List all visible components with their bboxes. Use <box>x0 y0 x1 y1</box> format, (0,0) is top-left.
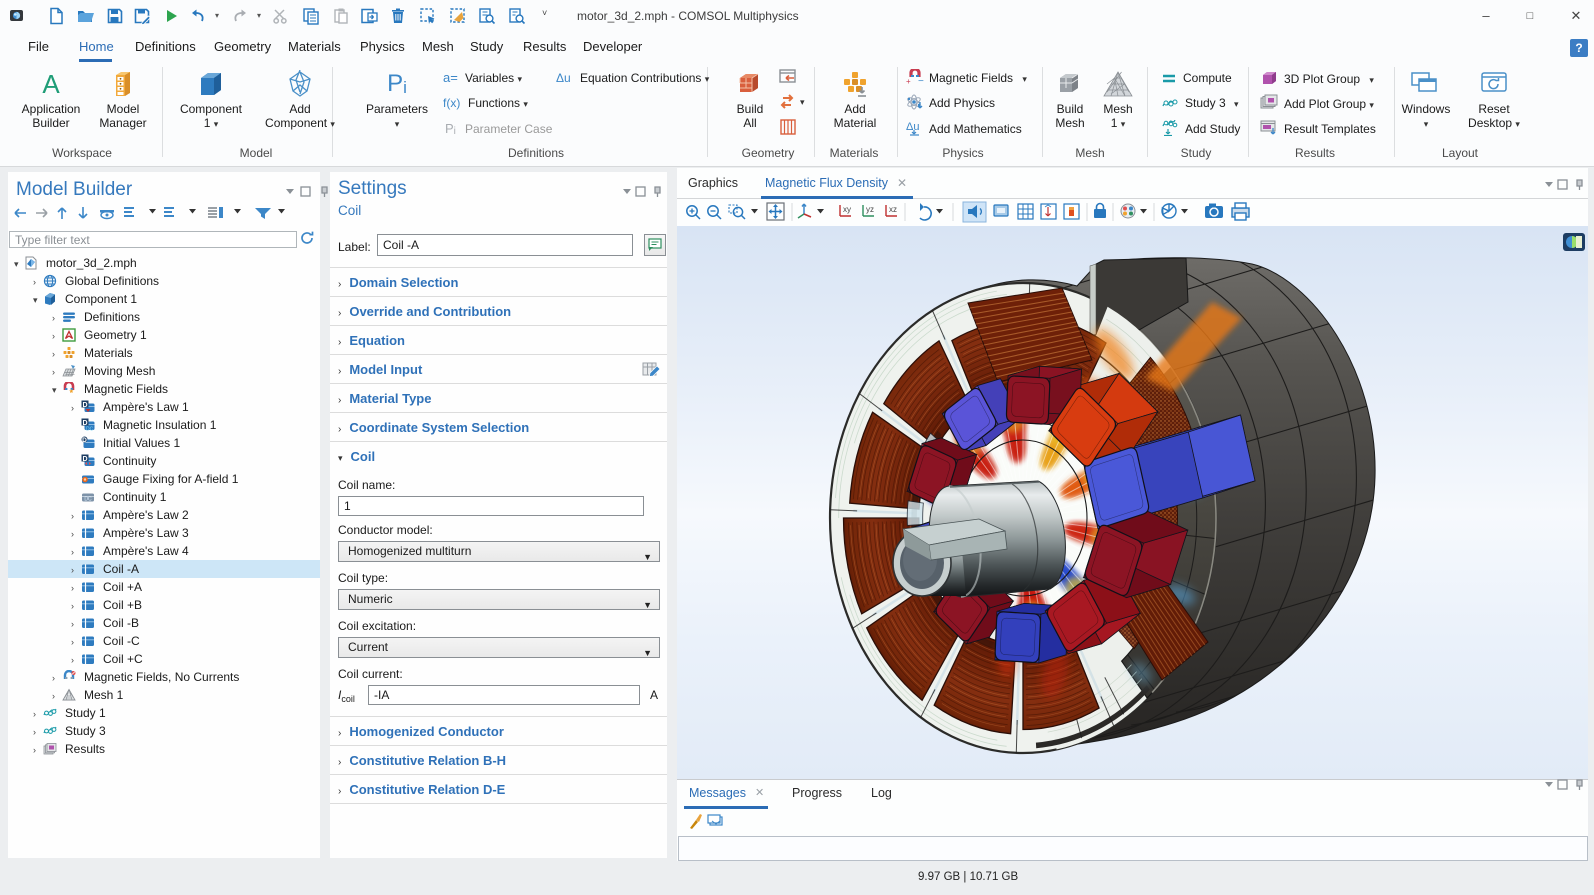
svg-text:Pi: Pi <box>445 122 456 136</box>
svg-text:xy: xy <box>843 205 851 214</box>
svg-text:yz: yz <box>866 205 874 214</box>
svg-text:−: − <box>918 76 924 85</box>
svg-text:D: D <box>82 402 87 409</box>
svg-text:Δu: Δu <box>906 121 919 133</box>
svg-text:D: D <box>82 437 87 444</box>
svg-text:DC: DC <box>86 427 94 433</box>
svg-text:D: D <box>82 456 87 463</box>
svg-text:f(x): f(x) <box>443 96 460 110</box>
svg-text:xz: xz <box>889 205 897 214</box>
svg-text:Δu: Δu <box>556 71 571 85</box>
svg-text:+: + <box>906 77 911 85</box>
svg-text:DC: DC <box>84 497 92 503</box>
svg-text:A: A <box>42 70 60 98</box>
svg-text:Pi: Pi <box>387 70 407 97</box>
svg-text:a=: a= <box>443 71 458 85</box>
